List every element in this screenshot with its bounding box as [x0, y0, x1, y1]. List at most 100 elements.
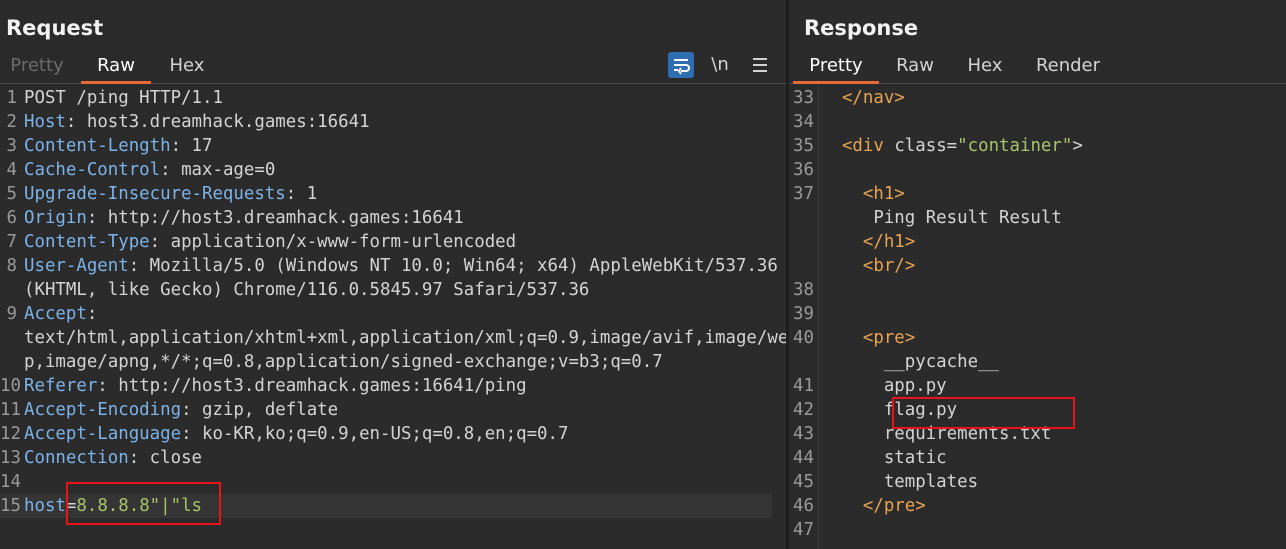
request-line: Referer: http://host3.dreamhack.games:16… — [24, 374, 786, 398]
html-tag: </h1> — [862, 232, 916, 252]
header-value: gzip, deflate — [191, 400, 339, 420]
tab-pretty[interactable]: Pretty — [0, 55, 74, 84]
response-line: </nav> — [821, 86, 1286, 110]
response-gutter: 33 34 35 36 37 38 39 40 41 42 43 44 45 46 47 — [789, 86, 819, 549]
line-number: 45 — [793, 472, 814, 492]
html-tag: </pre> — [862, 496, 926, 516]
tab-pretty[interactable]: Pretty — [793, 55, 879, 84]
line-number — [0, 326, 17, 350]
response-line: <div class="container"> — [821, 134, 1286, 158]
payload-highlight-box — [66, 482, 221, 525]
request-line: Connection: close — [24, 446, 786, 470]
line-number — [792, 230, 814, 254]
response-line — [821, 278, 1286, 302]
line-number: 2 — [6, 112, 17, 132]
header-separator: : — [181, 400, 192, 420]
line-number: 40 — [793, 328, 814, 348]
line-number: 46 — [793, 496, 814, 516]
tab-render[interactable]: Render — [1026, 55, 1110, 84]
line-number: 44 — [793, 448, 814, 468]
line-number: 47 — [793, 520, 814, 540]
header-separator: : — [149, 232, 161, 252]
response-editor[interactable]: 33 34 35 36 37 38 39 40 41 42 43 44 45 46 47 </nav> <d… — [789, 86, 1286, 549]
line-number: 9 — [6, 304, 17, 324]
html-equals: = — [946, 136, 958, 156]
response-line: <h1> — [821, 182, 1286, 206]
line-number: 33 — [793, 88, 814, 108]
line-number: 7 — [6, 232, 17, 252]
request-line: p,image/apng,*/*;q=0.8,application/signe… — [24, 350, 786, 374]
newline-toggle-icon[interactable]: \n — [707, 52, 733, 78]
request-line: Host: host3.dreamhack.games:16641 — [24, 110, 786, 134]
line-number: 41 — [793, 376, 814, 396]
response-title: Response — [804, 16, 919, 40]
tab-raw[interactable]: Raw — [81, 55, 151, 84]
response-line: Ping Result Result — [821, 206, 1286, 230]
header-value: Mozilla/5.0 (Windows NT 10.0; Win64; x64… — [139, 256, 778, 276]
request-line: POST /ping HTTP/1.1 — [24, 86, 786, 110]
response-line: <br/> — [821, 254, 1286, 278]
header-value: 17 — [181, 136, 213, 156]
response-line: </h1> — [821, 230, 1286, 254]
request-line: User-Agent: Mozilla/5.0 (Windows NT 10.0… — [24, 254, 786, 278]
header-separator: : — [65, 112, 77, 132]
tab-hex[interactable]: Hex — [158, 55, 216, 84]
response-line: static — [821, 446, 1286, 470]
tab-raw[interactable]: Raw — [886, 55, 944, 84]
line-number: 34 — [793, 112, 814, 132]
request-line: Cache-Control: max-age=0 — [24, 158, 786, 182]
header-value: close — [139, 448, 203, 468]
menu-svg — [753, 58, 767, 72]
request-line: Accept-Encoding: gzip, deflate — [24, 398, 786, 422]
request-line: Origin: http://host3.dreamhack.games:166… — [24, 206, 786, 230]
header-separator: : — [128, 448, 140, 468]
header-separator: : — [181, 424, 192, 444]
header-value: max-age=0 — [170, 160, 276, 180]
request-line: text/html,application/xhtml+xml,applicat… — [24, 326, 786, 350]
response-line: <pre> — [821, 326, 1286, 350]
tab-hex[interactable]: Hex — [955, 55, 1015, 84]
line-number: 14 — [0, 472, 21, 492]
header-separator: : — [86, 208, 98, 228]
request-editor[interactable]: 1 2 3 4 5 6 7 8 9 10 11 12 13 14 15 POST /ping HTTP/1.… — [0, 86, 786, 549]
header-separator: : — [128, 256, 140, 276]
header-name: POST /ping HTTP/1.1 — [24, 88, 223, 108]
header-name: Upgrade-Insecure-Requests — [24, 184, 286, 204]
line-number — [0, 350, 17, 374]
line-number: 36 — [793, 160, 814, 180]
response-lines: </nav> <div class="container"> <h1> Ping… — [821, 86, 1286, 542]
line-number: 8 — [6, 256, 17, 276]
header-separator: : — [160, 160, 171, 180]
html-tag: <br/> — [862, 256, 916, 276]
line-number — [792, 350, 814, 374]
response-tabs: Pretty Raw Hex Render — [789, 52, 1286, 84]
request-line: Content-Type: application/x-www-form-url… — [24, 230, 786, 254]
flag-file-highlight-box — [892, 397, 1075, 429]
response-panel: Response Pretty Raw Hex Render 33 34 35 36 3… — [789, 0, 1286, 549]
line-number: 13 — [0, 448, 21, 468]
request-panel: Request Pretty Raw Hex \n 1 2 3 4 5 6 7 8 9 10 11 1… — [0, 0, 786, 549]
header-value: 1 — [296, 184, 318, 204]
line-number: 38 — [793, 280, 814, 300]
request-line: (KHTML, like Gecko) Chrome/116.0.5845.97… — [24, 278, 786, 302]
response-line — [821, 110, 1286, 134]
wrap-lines-icon[interactable] — [668, 52, 694, 78]
line-number: 12 — [0, 424, 21, 444]
header-name: User-Agent — [24, 256, 129, 276]
header-separator: : — [97, 376, 108, 396]
line-number: 3 — [6, 136, 17, 156]
header-name: Content-Type — [24, 232, 150, 252]
html-tag: <div — [841, 136, 884, 156]
menu-icon[interactable] — [747, 52, 773, 78]
header-value: (KHTML, like Gecko) Chrome/116.0.5845.97… — [24, 280, 590, 300]
header-name: Origin — [24, 208, 87, 228]
